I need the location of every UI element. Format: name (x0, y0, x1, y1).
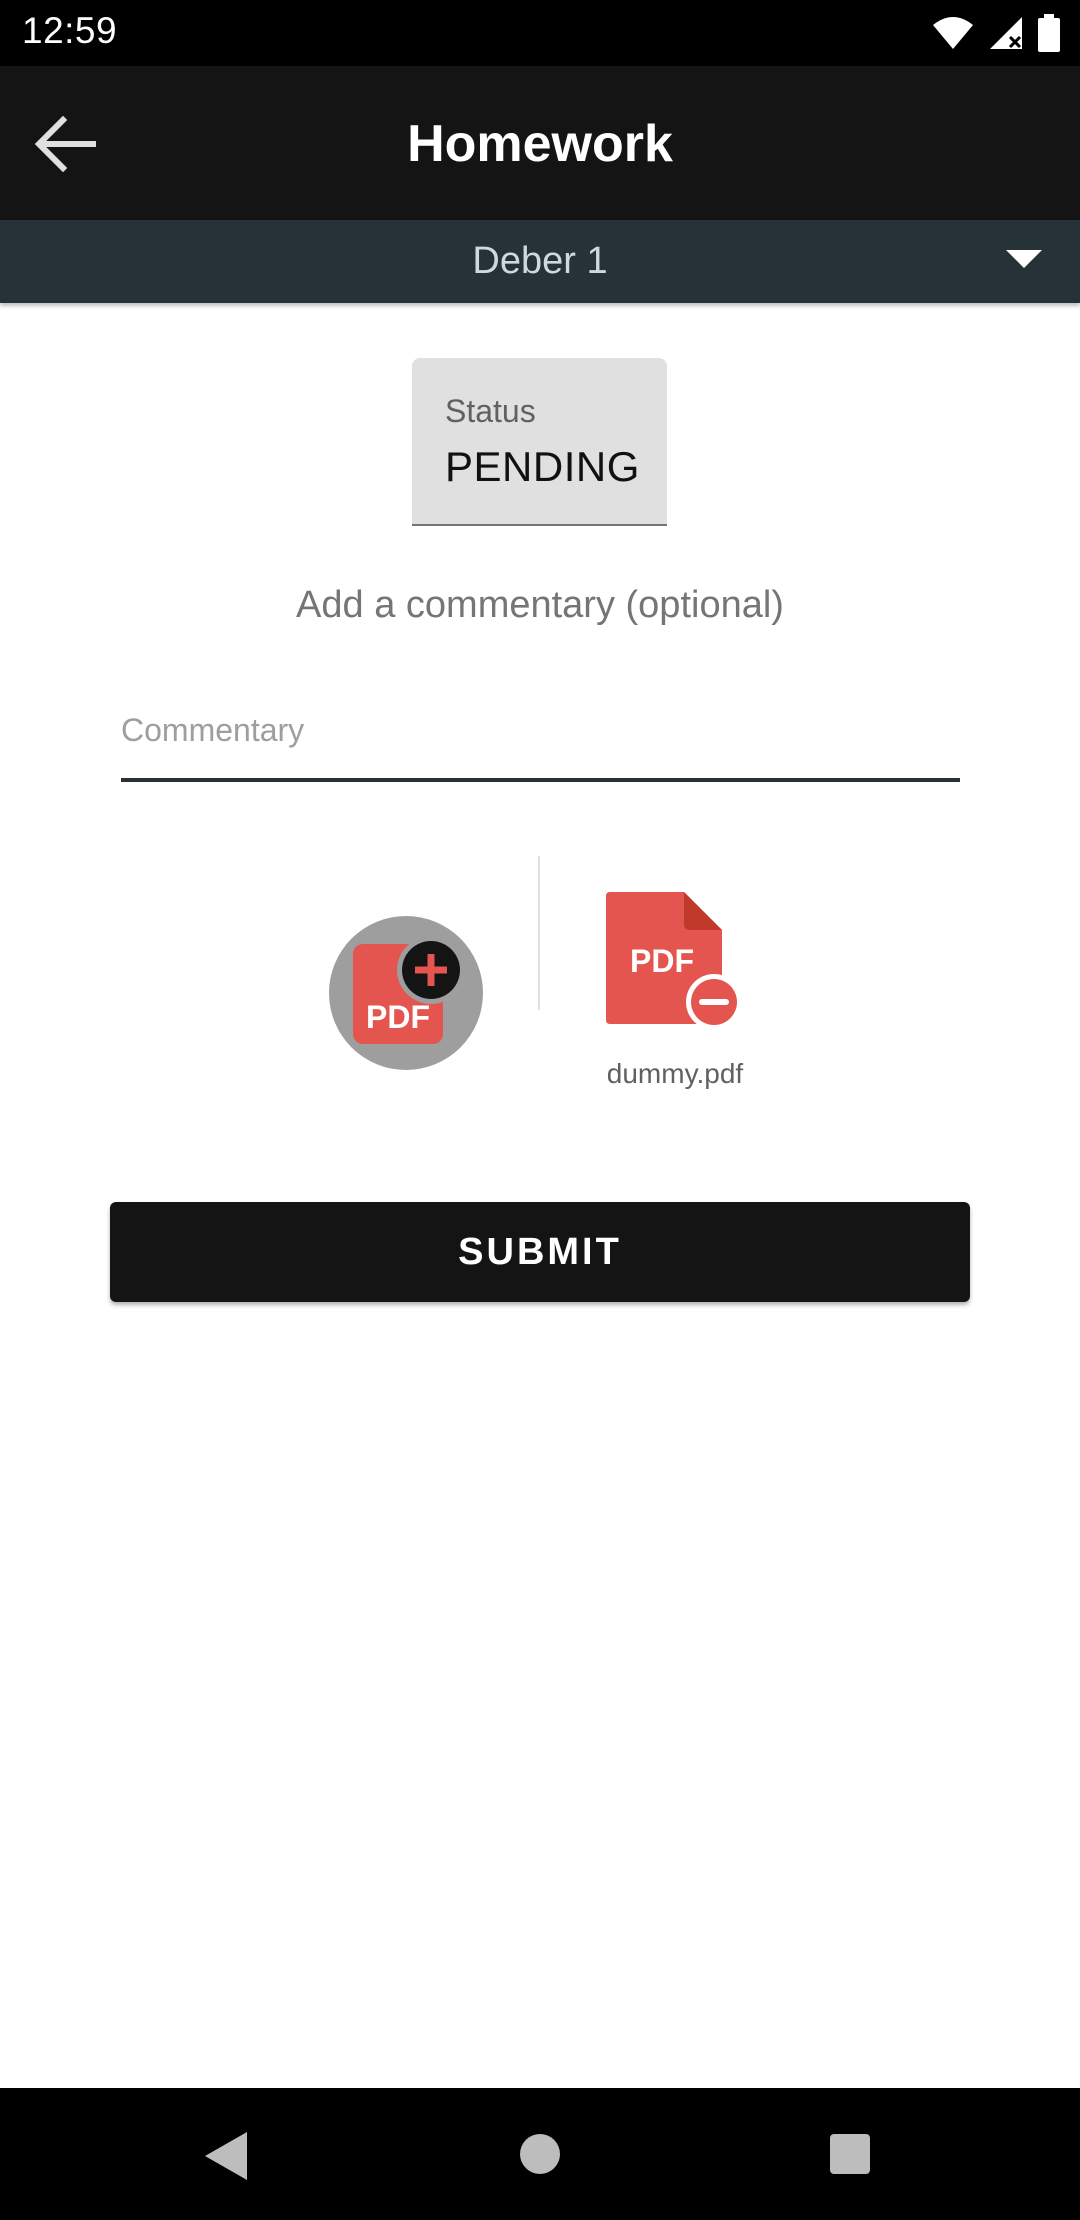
assignment-selector[interactable]: Deber 1 (0, 220, 1080, 303)
attachment-divider (538, 856, 540, 1010)
status-label: Status (445, 393, 536, 429)
svg-text:PDF: PDF (630, 943, 694, 979)
status-bar: 12:59 (0, 0, 1080, 66)
page-title: Homework (407, 115, 673, 173)
submit-button[interactable]: SUBMIT (110, 1202, 970, 1302)
file-name: dummy.pdf (606, 1058, 744, 1089)
dropdown-arrow-icon (1006, 250, 1042, 268)
commentary-prompt: Add a commentary (optional) (296, 584, 784, 626)
signal-icon (990, 17, 1022, 49)
svg-text:PDF: PDF (366, 999, 430, 1035)
remove-pdf-icon[interactable]: PDF (604, 892, 744, 1032)
battery-icon (1038, 14, 1060, 52)
nav-recents-icon[interactable] (830, 2134, 870, 2174)
wifi-icon (933, 17, 973, 49)
status-field: Status PENDING (412, 358, 667, 526)
nav-back-icon[interactable] (205, 2132, 247, 2180)
app-bar: Homework (0, 66, 1080, 220)
navigation-bar (0, 2088, 1080, 2220)
nav-home-icon[interactable] (520, 2134, 560, 2174)
add-pdf-button[interactable]: PDF (329, 916, 483, 1070)
status-icons (932, 14, 1060, 52)
selected-assignment: Deber 1 (472, 240, 608, 282)
commentary-input[interactable] (121, 700, 960, 782)
status-time: 12:59 (22, 10, 118, 51)
add-pdf-icon: PDF (353, 936, 465, 1044)
attached-file: PDF dummy.pdf (600, 890, 750, 1090)
status-value: PENDING (445, 443, 640, 490)
